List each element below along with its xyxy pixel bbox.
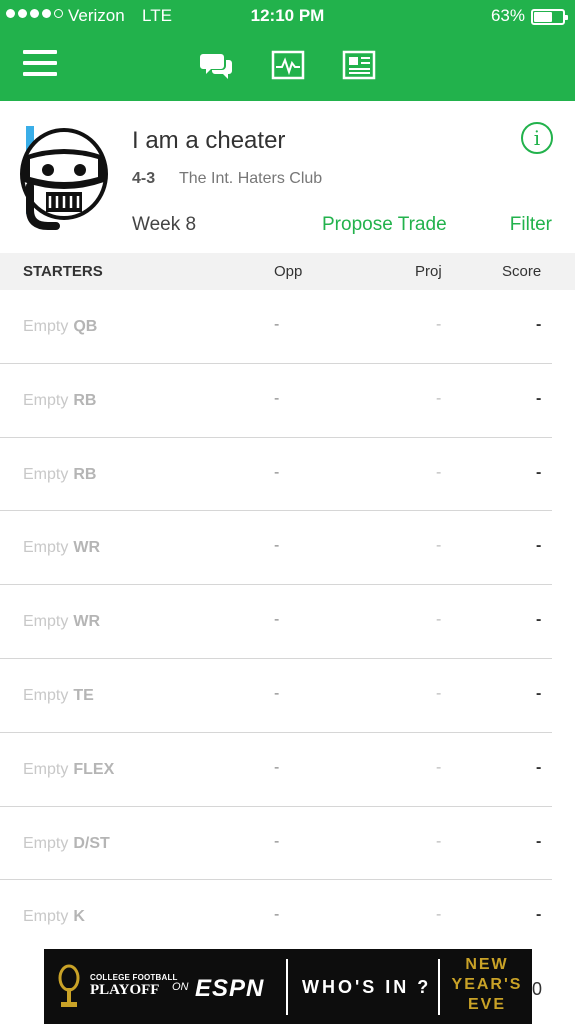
row-opp: - xyxy=(274,389,280,407)
row-proj: - xyxy=(436,463,442,481)
nye-text: NEW YEAR'S EVE xyxy=(451,956,523,1013)
ad-divider xyxy=(438,959,440,1015)
row-opp: - xyxy=(274,537,280,555)
roster-list: Empty QB - - - Empty RB - - - Empty RB - - … xyxy=(0,290,575,954)
row-opp: - xyxy=(274,611,280,629)
app-header: Verizon LTE 12:10 PM 63% xyxy=(0,0,575,101)
ad-on-text: ON xyxy=(172,981,189,993)
row-score: - xyxy=(536,389,542,407)
slot-label: Empty TE xyxy=(23,686,94,704)
row-proj: - xyxy=(436,758,442,776)
slot-label: Empty FLEX xyxy=(23,760,115,778)
roster-row[interactable]: Empty RB - - - xyxy=(0,438,552,512)
ad-divider xyxy=(286,959,288,1015)
slot-position: QB xyxy=(73,318,98,335)
activity-chart-icon[interactable] xyxy=(271,48,305,82)
row-score: - xyxy=(536,463,542,481)
roster-row[interactable]: Empty D/ST - - - xyxy=(0,807,552,881)
row-score: - xyxy=(536,684,542,702)
league-name[interactable]: The Int. Haters Club xyxy=(179,170,322,188)
slot-position: WR xyxy=(73,613,100,631)
slot-label: Empty K xyxy=(23,908,85,926)
roster-row[interactable]: Empty WR - - - xyxy=(0,585,552,659)
team-summary: I am a cheater 4-3 The Int. Haters Club … xyxy=(0,101,575,253)
opp-header: Opp xyxy=(274,263,303,280)
roster-row[interactable]: Empty RB - - - xyxy=(0,364,552,438)
slot-label: Empty RB xyxy=(23,391,97,409)
slot-label: Empty WR xyxy=(23,539,100,557)
cfp-trophy-icon xyxy=(58,964,80,1007)
row-score: - xyxy=(536,316,542,333)
roster-row[interactable]: Empty QB - - - xyxy=(0,290,552,364)
espn-logo: ESPN xyxy=(195,975,265,1002)
cfp-small-text: COLLEGE FOOTBALL xyxy=(90,973,178,982)
row-score: - xyxy=(536,537,542,555)
slot-position: FLEX xyxy=(73,760,115,778)
roster-row[interactable]: Empty FLEX - - - xyxy=(0,733,552,807)
chat-bubbles-icon[interactable] xyxy=(200,48,234,82)
slot-label: Empty QB xyxy=(23,318,98,335)
row-proj: - xyxy=(436,684,442,702)
row-opp: - xyxy=(274,906,280,924)
status-time: 12:10 PM xyxy=(250,6,325,25)
slot-position: RB xyxy=(73,391,97,409)
slot-label: Empty WR xyxy=(23,613,100,631)
row-opp: - xyxy=(274,684,280,702)
slot-position: D/ST xyxy=(73,834,110,852)
roster-table-header: STARTERS Opp Proj Score xyxy=(0,253,575,290)
roster-row[interactable]: Empty WR - - - xyxy=(0,511,552,586)
propose-trade-button[interactable]: Propose Trade xyxy=(322,214,447,236)
starters-header: STARTERS xyxy=(23,263,103,280)
whos-in-text: WHO'S IN ? xyxy=(302,977,432,997)
row-proj: - xyxy=(436,832,442,850)
slot-position: K xyxy=(73,908,85,926)
roster-row[interactable]: Empty K - - - xyxy=(0,880,552,954)
row-proj: - xyxy=(436,389,442,407)
row-opp: - xyxy=(274,832,280,850)
snorkel-skull-avatar-icon[interactable] xyxy=(18,126,110,231)
row-proj: - xyxy=(436,316,442,333)
slot-position: TE xyxy=(73,686,94,704)
cfp-big-text: PLAYOFF xyxy=(90,982,160,998)
partial-score-text: 0 xyxy=(532,979,543,999)
filter-button[interactable]: Filter xyxy=(510,214,552,236)
slot-position: RB xyxy=(73,465,97,483)
week-selector[interactable]: Week 8 xyxy=(132,214,196,236)
row-score: - xyxy=(536,758,542,776)
row-opp: - xyxy=(274,463,280,481)
ad-banner[interactable]: COLLEGE FOOTBALL PLAYOFF ON ESPN WHO'S I… xyxy=(44,949,532,1024)
roster-row[interactable]: Empty TE - - - xyxy=(0,659,552,733)
row-proj: - xyxy=(436,611,442,629)
battery-percent: 63% xyxy=(490,6,525,25)
row-score: - xyxy=(536,906,542,924)
proj-header: Proj xyxy=(415,263,442,280)
slot-position: WR xyxy=(73,539,100,557)
team-name: I am a cheater xyxy=(132,127,286,154)
team-record: 4-3 xyxy=(132,170,156,187)
row-score: - xyxy=(536,832,542,850)
news-icon[interactable] xyxy=(342,48,376,82)
row-opp: - xyxy=(274,316,280,333)
row-proj: - xyxy=(436,537,442,555)
row-proj: - xyxy=(436,906,442,924)
info-icon[interactable]: i xyxy=(521,122,553,154)
slot-label: Empty D/ST xyxy=(23,834,110,852)
battery-icon xyxy=(531,9,568,25)
score-header: Score xyxy=(502,263,542,280)
hamburger-menu-icon[interactable] xyxy=(23,50,57,80)
row-opp: - xyxy=(274,758,280,776)
status-bar: Verizon LTE 12:10 PM 63% xyxy=(0,0,575,34)
slot-label: Empty RB xyxy=(23,465,97,483)
row-score: - xyxy=(536,611,542,629)
